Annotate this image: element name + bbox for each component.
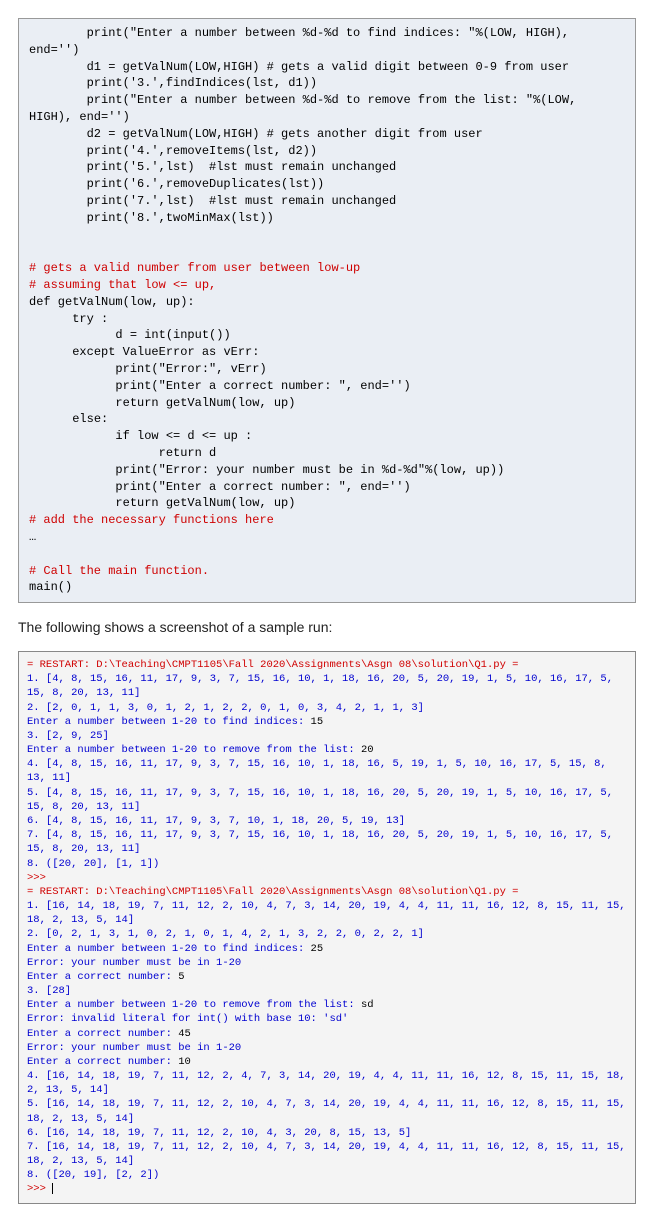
output-line: 3. [2, 9, 25]: [27, 730, 109, 742]
code-line: main(): [29, 580, 72, 594]
code-line: print('5.',lst) #lst must remain unchang…: [29, 160, 396, 174]
code-comment: # add the necessary functions here: [29, 513, 274, 527]
code-line: d = int(input()): [29, 328, 231, 342]
output-line: 2. [0, 2, 1, 3, 1, 0, 2, 1, 0, 1, 4, 2, …: [27, 928, 424, 940]
output-line: 8. ([20, 20], [1, 1]): [27, 858, 159, 870]
code-line: def getValNum(low, up):: [29, 295, 195, 309]
prompt-text: Enter a correct number:: [27, 1028, 178, 1040]
output-line: 4. [4, 8, 15, 16, 11, 17, 9, 3, 7, 15, 1…: [27, 758, 613, 784]
output-line: 7. [4, 8, 15, 16, 11, 17, 9, 3, 7, 15, 1…: [27, 829, 619, 855]
code-line: print("Error: your number must be in %d-…: [29, 463, 504, 477]
output-line: 5. [16, 14, 18, 19, 7, 11, 12, 2, 10, 4,…: [27, 1098, 632, 1124]
prompt-text: Enter a number between 1-20 to find indi…: [27, 943, 311, 955]
code-line: if low <= d <= up :: [29, 429, 252, 443]
user-input: 5: [178, 971, 184, 983]
user-input: 10: [178, 1056, 191, 1068]
code-comment: # Call the main function.: [29, 564, 209, 578]
code-comment: # gets a valid number from user between …: [29, 261, 360, 275]
output-line: 1. [4, 8, 15, 16, 11, 17, 9, 3, 7, 15, 1…: [27, 673, 619, 699]
code-line: d1 = getValNum(LOW,HIGH) # gets a valid …: [29, 60, 569, 74]
user-input: 25: [311, 943, 324, 955]
output-line: 2. [2, 0, 1, 1, 3, 0, 1, 2, 1, 2, 2, 0, …: [27, 702, 424, 714]
code-line: return getValNum(low, up): [29, 396, 295, 410]
code-line: print('6.',removeDuplicates(lst)): [29, 177, 324, 191]
code-line: print("Enter a correct number: ", end=''…: [29, 480, 411, 494]
code-comment: # assuming that low <= up,: [29, 278, 216, 292]
code-line: return getValNum(low, up): [29, 496, 295, 510]
caption-text: The following shows a screenshot of a sa…: [18, 619, 636, 635]
restart-line: = RESTART: D:\Teaching\CMPT1105\Fall 202…: [27, 659, 518, 671]
output-line: 3. [28]: [27, 985, 71, 997]
code-line: return d: [29, 446, 216, 460]
code-line: print('7.',lst) #lst must remain unchang…: [29, 194, 396, 208]
prompt-text: Enter a correct number:: [27, 1056, 178, 1068]
repl-prompt: >>>: [27, 1183, 52, 1195]
output-line: 7. [16, 14, 18, 19, 7, 11, 12, 2, 10, 4,…: [27, 1141, 632, 1167]
prompt-text: Enter a number between 1-20 to find indi…: [27, 716, 311, 728]
prompt-text: Enter a number between 1-20 to remove fr…: [27, 999, 361, 1011]
code-line: except ValueError as vErr:: [29, 345, 259, 359]
code-line: print("Enter a correct number: ", end=''…: [29, 379, 411, 393]
output-line: 8. ([20, 19], [2, 2]): [27, 1169, 159, 1181]
repl-prompt: >>>: [27, 872, 52, 884]
code-line: print('8.',twoMinMax(lst)): [29, 211, 274, 225]
output-line: 6. [4, 8, 15, 16, 11, 17, 9, 3, 7, 10, 1…: [27, 815, 405, 827]
code-line: else:: [29, 412, 108, 426]
code-line: …: [29, 530, 36, 544]
output-line: 4. [16, 14, 18, 19, 7, 11, 12, 2, 4, 7, …: [27, 1070, 632, 1096]
error-line: Error: invalid literal for int() with ba…: [27, 1013, 348, 1025]
user-input: 45: [178, 1028, 191, 1040]
code-line: try :: [29, 312, 108, 326]
output-line: 6. [16, 14, 18, 19, 7, 11, 12, 2, 10, 4,…: [27, 1127, 411, 1139]
output-line: 5. [4, 8, 15, 16, 11, 17, 9, 3, 7, 15, 1…: [27, 787, 619, 813]
prompt-text: Enter a correct number:: [27, 971, 178, 983]
python-source-code: print("Enter a number between %d-%d to f…: [18, 18, 636, 603]
error-line: Error: your number must be in 1-20: [27, 957, 241, 969]
prompt-text: Enter a number between 1-20 to remove fr…: [27, 744, 361, 756]
code-line: print('3.',findIndices(lst, d1)): [29, 76, 317, 90]
code-line: print("Enter a number between %d-%d to f…: [29, 26, 576, 57]
restart-line: = RESTART: D:\Teaching\CMPT1105\Fall 202…: [27, 886, 518, 898]
code-line: print("Error:", vErr): [29, 362, 267, 376]
error-line: Error: your number must be in 1-20: [27, 1042, 241, 1054]
code-line: print('4.',removeItems(lst, d2)): [29, 144, 317, 158]
output-line: 1. [16, 14, 18, 19, 7, 11, 12, 2, 10, 4,…: [27, 900, 632, 926]
user-input: 15: [311, 716, 324, 728]
console-output: = RESTART: D:\Teaching\CMPT1105\Fall 202…: [18, 651, 636, 1204]
user-input: 20: [361, 744, 374, 756]
cursor-icon: [52, 1183, 53, 1194]
code-line: d2 = getValNum(LOW,HIGH) # gets another …: [29, 127, 483, 141]
user-input: sd: [361, 999, 374, 1011]
code-line: print("Enter a number between %d-%d to r…: [29, 93, 584, 124]
